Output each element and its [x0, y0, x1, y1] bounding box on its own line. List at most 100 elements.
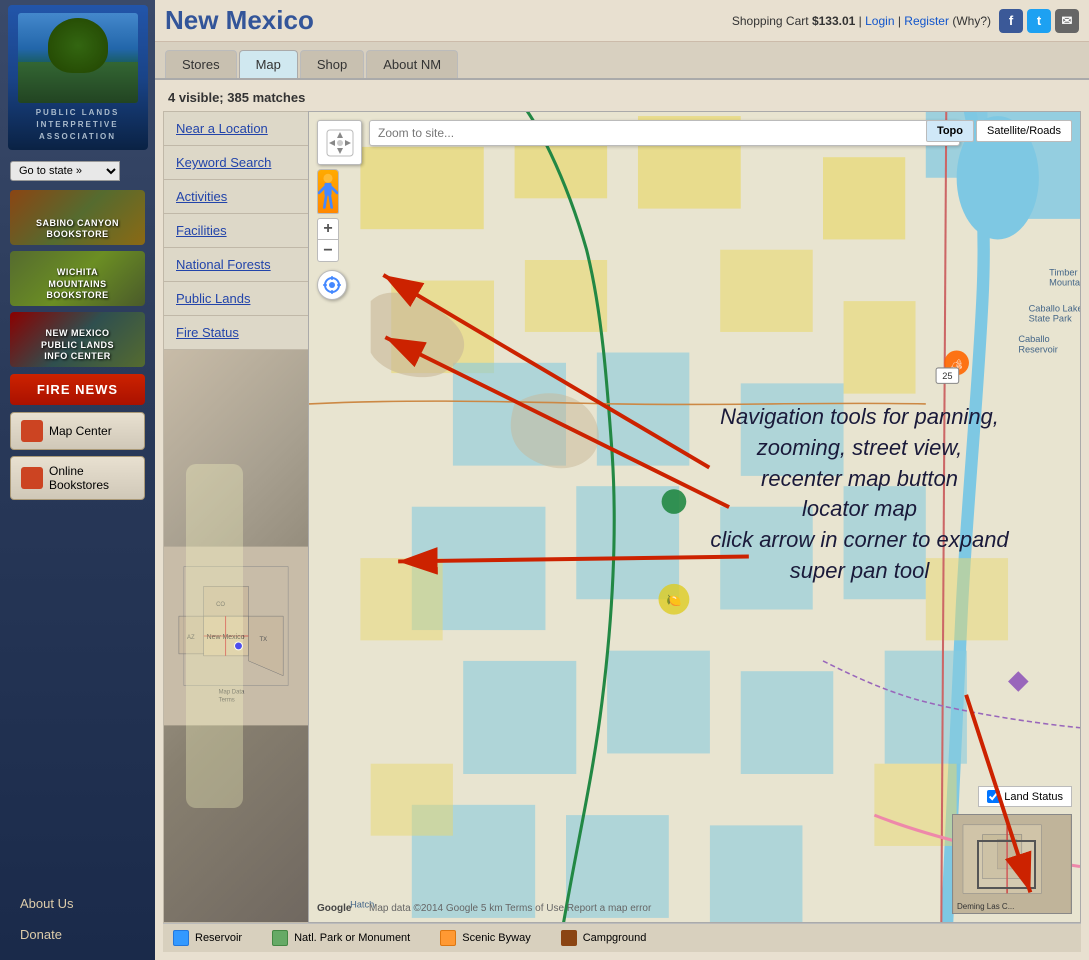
topo-button[interactable]: Topo: [926, 120, 974, 142]
zoom-in-button[interactable]: +: [317, 218, 339, 240]
reservoir-icon: [173, 930, 189, 946]
national-forests-link[interactable]: National Forests: [164, 248, 308, 282]
map-stats: 4 visible; 385 matches: [163, 88, 1081, 111]
wichita-mountains-label: WICHITA MOUNTAINS BOOKSTORE: [10, 267, 145, 302]
pan-control[interactable]: [317, 120, 362, 165]
online-bookstores-icon: [21, 467, 43, 489]
land-status-label: Land Status: [1004, 791, 1063, 803]
street-view-pegman[interactable]: [317, 169, 339, 214]
svg-text:Caballo Lake: Caballo Lake: [1029, 303, 1080, 313]
svg-text:Timber: Timber: [1049, 267, 1077, 277]
legend-reservoir: Reservoir: [173, 930, 242, 946]
svg-text:Terms: Terms: [219, 698, 235, 704]
public-lands-link[interactable]: Public Lands: [164, 282, 308, 316]
legend-natl-park: Natl. Park or Monument: [272, 930, 410, 946]
social-icons: f t ✉: [999, 9, 1079, 33]
fire-news-button[interactable]: FIRE NEWS: [10, 374, 145, 405]
zoom-to-site-bar[interactable]: Zoom to site... ▼: [369, 120, 960, 146]
svg-text:Mountain: Mountain: [1049, 278, 1080, 288]
tab-shop[interactable]: Shop: [300, 50, 364, 78]
overview-label: Deming Las C...: [957, 902, 1067, 911]
land-status-control[interactable]: Land Status: [978, 786, 1072, 807]
keyword-search-link[interactable]: Keyword Search: [164, 146, 308, 180]
cart-info: Shopping Cart $133.01 | Login | Register…: [732, 14, 991, 28]
logo-image: [18, 13, 138, 103]
online-bookstores-label: Online Bookstores: [49, 464, 134, 492]
map-center-icon: [21, 420, 43, 442]
activities-link[interactable]: Activities: [164, 180, 308, 214]
mini-map-inner: CO New Mexico AZ TX Map Data Terms: [164, 350, 308, 922]
natl-park-icon: [272, 930, 288, 946]
overview-viewport: [977, 840, 1036, 889]
donate-link[interactable]: Donate: [10, 921, 145, 948]
scenic-byway-label: Scenic Byway: [462, 932, 530, 944]
svg-text:AZ: AZ: [187, 635, 195, 641]
map-layout: Near a Location Keyword Search Activitie…: [163, 111, 1081, 923]
stats-visible: 4 visible;: [168, 90, 224, 105]
svg-text:Map Data: Map Data: [219, 690, 245, 696]
sidebar: PUBLIC LANDS INTERPRETIVE ASSOCIATION Go…: [0, 0, 155, 960]
tabs: Stores Map Shop About NM: [155, 42, 1089, 80]
left-nav-panel: Near a Location Keyword Search Activitie…: [163, 111, 308, 923]
zoom-controls: + −: [317, 218, 362, 262]
scenic-byway-icon: [440, 930, 456, 946]
about-us-link[interactable]: About Us: [10, 890, 145, 917]
login-link[interactable]: Login: [865, 14, 894, 28]
online-bookstores-button[interactable]: Online Bookstores: [10, 456, 145, 500]
register-link[interactable]: Register: [904, 14, 949, 28]
overview-map: Deming Las C...: [952, 814, 1072, 914]
map-type-controls: Topo Satellite/Roads: [926, 120, 1072, 142]
state-select[interactable]: Go to state »: [10, 161, 120, 181]
email-icon[interactable]: ✉: [1055, 9, 1079, 33]
campground-label: Campground: [583, 932, 647, 944]
reservoir-label: Reservoir: [195, 932, 242, 944]
svg-text:Caballo: Caballo: [1018, 334, 1049, 344]
campground-icon: [561, 930, 577, 946]
google-map[interactable]: 🏕 🍋 25 Timber Mountain Caballo Lake Stat…: [308, 111, 1081, 923]
wichita-mountains-bookstore[interactable]: WICHITA MOUNTAINS BOOKSTORE: [10, 251, 145, 306]
page-title: New Mexico: [165, 5, 314, 36]
twitter-icon[interactable]: t: [1027, 9, 1051, 33]
map-controls: + −: [317, 120, 362, 300]
svg-text:Reservoir: Reservoir: [1018, 345, 1058, 355]
cart-amount[interactable]: $133.01: [812, 14, 855, 28]
mini-map: CO New Mexico AZ TX Map Data Terms: [164, 350, 308, 922]
svg-text:State Park: State Park: [1029, 314, 1073, 324]
new-mexico-info-center[interactable]: NEW MEXICO PUBLIC LANDS INFO CENTER: [10, 312, 145, 367]
logo-area: PUBLIC LANDS INTERPRETIVE ASSOCIATION: [8, 5, 148, 150]
facilities-link[interactable]: Facilities: [164, 214, 308, 248]
map-container: 4 visible; 385 matches Near a Location K…: [155, 80, 1089, 960]
map-center-label: Map Center: [49, 424, 112, 438]
legend-scenic-byway: Scenic Byway: [440, 930, 530, 946]
fire-status-link[interactable]: Fire Status: [164, 316, 308, 350]
legend-campground: Campground: [561, 930, 647, 946]
land-status-checkbox[interactable]: [987, 790, 1000, 803]
tab-stores[interactable]: Stores: [165, 50, 237, 78]
cart-label: Shopping Cart: [732, 14, 809, 28]
facebook-icon[interactable]: f: [999, 9, 1023, 33]
tab-map[interactable]: Map: [239, 50, 298, 78]
map-center-button[interactable]: Map Center: [10, 412, 145, 450]
overview-map-inner: [953, 815, 1071, 913]
svg-text:🍋: 🍋: [666, 593, 681, 607]
sabino-canyon-bookstore[interactable]: SABINO CANYON BOOKSTORE: [10, 190, 145, 245]
near-location-link[interactable]: Near a Location: [164, 112, 308, 146]
tab-about-nm[interactable]: About NM: [366, 50, 458, 78]
recenter-button[interactable]: [317, 270, 347, 300]
top-right: Shopping Cart $133.01 | Login | Register…: [732, 9, 1079, 33]
logo-text: PUBLIC LANDS INTERPRETIVE ASSOCIATION: [36, 107, 120, 143]
google-attribution: Google: [317, 903, 351, 914]
zoom-out-button[interactable]: −: [317, 240, 339, 262]
google-logo-text: Google: [317, 903, 351, 914]
svg-text:TX: TX: [260, 637, 268, 643]
svg-text:CO: CO: [216, 602, 225, 608]
top-bar: New Mexico Shopping Cart $133.01 | Login…: [155, 0, 1089, 42]
state-selector[interactable]: Go to state »: [10, 161, 145, 181]
natl-park-label: Natl. Park or Monument: [294, 932, 410, 944]
register-why: (Why?): [952, 14, 991, 28]
satellite-roads-button[interactable]: Satellite/Roads: [976, 120, 1072, 142]
zoom-to-site-text: Zoom to site...: [378, 126, 454, 140]
sabino-canyon-label: SABINO CANYON BOOKSTORE: [10, 218, 145, 241]
bottom-legend: Reservoir Natl. Park or Monument Scenic …: [163, 923, 1081, 952]
svg-text:25: 25: [942, 371, 952, 381]
